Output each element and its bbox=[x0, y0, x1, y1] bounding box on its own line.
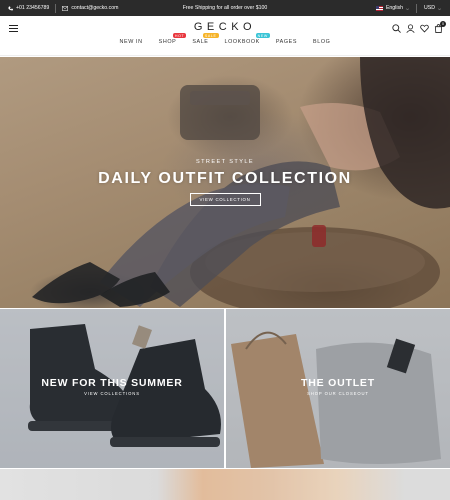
menu-icon[interactable] bbox=[9, 25, 18, 32]
language-selector[interactable]: English ⌵ bbox=[375, 5, 409, 11]
header-icons: 0 bbox=[392, 21, 446, 33]
hero-title: DAILY OUTFIT COLLECTION bbox=[98, 170, 352, 187]
nav-label: LOOKBOOK bbox=[224, 39, 260, 45]
promo-tile-outlet[interactable]: THE OUTLET SHOP OUR CLOSEOUT bbox=[226, 309, 450, 468]
nav-pages[interactable]: PAGES bbox=[268, 39, 305, 45]
nav-label: PAGES bbox=[275, 39, 298, 45]
banner-overlay bbox=[0, 469, 450, 500]
promo-tiles: NEW FOR THIS SUMMER VIEW COLLECTIONS THE… bbox=[0, 309, 450, 468]
mail-icon bbox=[62, 5, 69, 11]
shop-closeout-link[interactable]: SHOP OUR CLOSEOUT bbox=[226, 391, 450, 396]
nav-blog[interactable]: BLOG bbox=[305, 39, 338, 45]
new-badge: NEW bbox=[255, 33, 270, 38]
currency-selector[interactable]: USD ⌵ bbox=[424, 5, 441, 11]
hot-badge: HOT bbox=[172, 33, 187, 38]
site-header: GECKO NEW IN SHOP HOT SALE SALE LOOKBOOK NE… bbox=[0, 16, 450, 56]
promo-title: THE OUTLET bbox=[301, 377, 375, 389]
site-logo[interactable]: GECKO bbox=[0, 21, 450, 33]
hero-kicker: STREET STYLE bbox=[195, 159, 255, 165]
flag-icon bbox=[375, 5, 383, 11]
sale-badge: SALE bbox=[202, 33, 219, 38]
promo-tile-summer[interactable]: NEW FOR THIS SUMMER VIEW COLLECTIONS bbox=[0, 309, 224, 468]
main-nav: NEW IN SHOP HOT SALE SALE LOOKBOOK NEW PAGE… bbox=[0, 33, 450, 45]
nav-label: SALE bbox=[192, 39, 209, 45]
email-address: contact@gecko.com bbox=[71, 5, 119, 11]
phone-contact[interactable]: +01 23456789 bbox=[8, 5, 49, 11]
nav-shop[interactable]: SHOP HOT bbox=[151, 33, 187, 45]
nav-label: BLOG bbox=[313, 39, 331, 45]
divider bbox=[416, 3, 417, 13]
nav-sale[interactable]: SALE SALE bbox=[184, 33, 219, 45]
phone-number: +01 23456789 bbox=[16, 5, 50, 11]
nav-label: SHOP bbox=[158, 39, 177, 45]
nav-new-in[interactable]: NEW IN bbox=[112, 39, 151, 45]
nav-label: NEW IN bbox=[119, 39, 143, 45]
chevron-down-icon: ⌵ bbox=[437, 5, 441, 11]
phone-icon bbox=[8, 6, 13, 10]
language-label: English bbox=[385, 5, 403, 11]
divider bbox=[55, 3, 57, 13]
heart-icon[interactable] bbox=[420, 24, 429, 33]
search-icon[interactable] bbox=[392, 24, 401, 33]
promo-title: NEW FOR THIS SUMMER bbox=[41, 377, 183, 389]
view-collection-button[interactable]: VIEW COLLECTION bbox=[189, 193, 261, 206]
top-bar: +01 23456789 contact@gecko.com Free Ship… bbox=[0, 0, 450, 16]
hero-banner[interactable]: STREET STYLE DAILY OUTFIT COLLECTION VIE… bbox=[0, 57, 450, 308]
promo-text: NEW FOR THIS SUMMER VIEW COLLECTIONS bbox=[0, 377, 224, 396]
chevron-down-icon: ⌵ bbox=[405, 5, 409, 11]
promo-text: THE OUTLET SHOP OUR CLOSEOUT bbox=[226, 377, 450, 396]
cart-count-badge: 0 bbox=[440, 21, 446, 27]
next-banner-peek bbox=[0, 469, 450, 500]
currency-label: USD bbox=[424, 5, 435, 11]
email-contact[interactable]: contact@gecko.com bbox=[62, 5, 118, 11]
nav-lookbook[interactable]: LOOKBOOK NEW bbox=[217, 33, 270, 45]
hero-content: STREET STYLE DAILY OUTFIT COLLECTION VIE… bbox=[0, 159, 450, 206]
cart-button[interactable]: 0 bbox=[434, 21, 446, 33]
user-icon[interactable] bbox=[406, 24, 415, 33]
view-collections-link[interactable]: VIEW COLLECTIONS bbox=[0, 391, 224, 396]
